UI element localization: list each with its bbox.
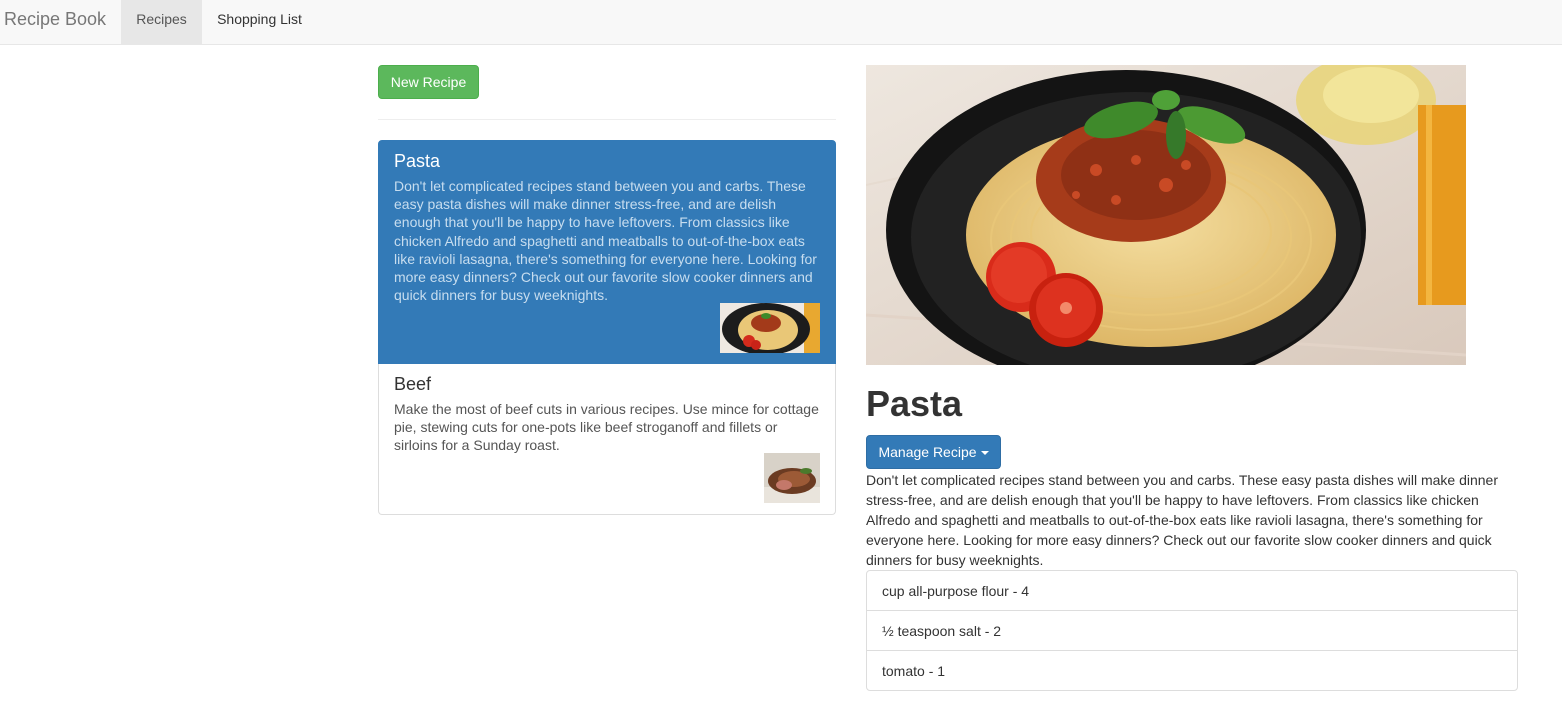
recipe-item-description: Don't let complicated recipes stand betw… xyxy=(394,178,817,304)
caret-down-icon xyxy=(980,451,989,456)
beef-thumbnail-image xyxy=(764,453,820,503)
recipe-detail-title: Pasta xyxy=(866,383,963,424)
divider xyxy=(378,119,836,120)
recipe-item-title: Pasta xyxy=(394,151,441,171)
tab-recipes[interactable]: Recipes xyxy=(121,0,202,44)
ingredients-list: cup all-purpose flour - 4 ½ teaspoon sal… xyxy=(866,570,1518,691)
manage-recipe-dropdown-button[interactable]: Manage Recipe xyxy=(866,435,1001,469)
recipe-detail-description: Don't let complicated recipes stand betw… xyxy=(866,472,1498,568)
recipe-item-description: Make the most of beef cuts in various re… xyxy=(394,401,819,454)
ingredient-item[interactable]: tomato - 1 xyxy=(866,650,1518,691)
recipe-item-title: Beef xyxy=(394,374,432,394)
recipe-item-pasta[interactable]: Pasta Don't let complicated recipes stan… xyxy=(378,140,836,364)
tab-shopping-list[interactable]: Shopping List xyxy=(202,0,317,44)
ingredient-item[interactable]: ½ teaspoon salt - 2 xyxy=(866,610,1518,651)
ingredient-item[interactable]: cup all-purpose flour - 4 xyxy=(866,570,1518,611)
navbar: Recipe Book Recipes Shopping List xyxy=(0,0,1562,45)
manage-recipe-label: Manage Recipe xyxy=(878,444,977,460)
pasta-thumbnail-image xyxy=(720,303,820,353)
recipe-hero-image xyxy=(866,65,1466,365)
brand-link[interactable]: Recipe Book xyxy=(4,0,106,44)
recipe-item-beef[interactable]: Beef Make the most of beef cuts in vario… xyxy=(378,364,836,515)
new-recipe-button[interactable]: New Recipe xyxy=(378,65,479,99)
